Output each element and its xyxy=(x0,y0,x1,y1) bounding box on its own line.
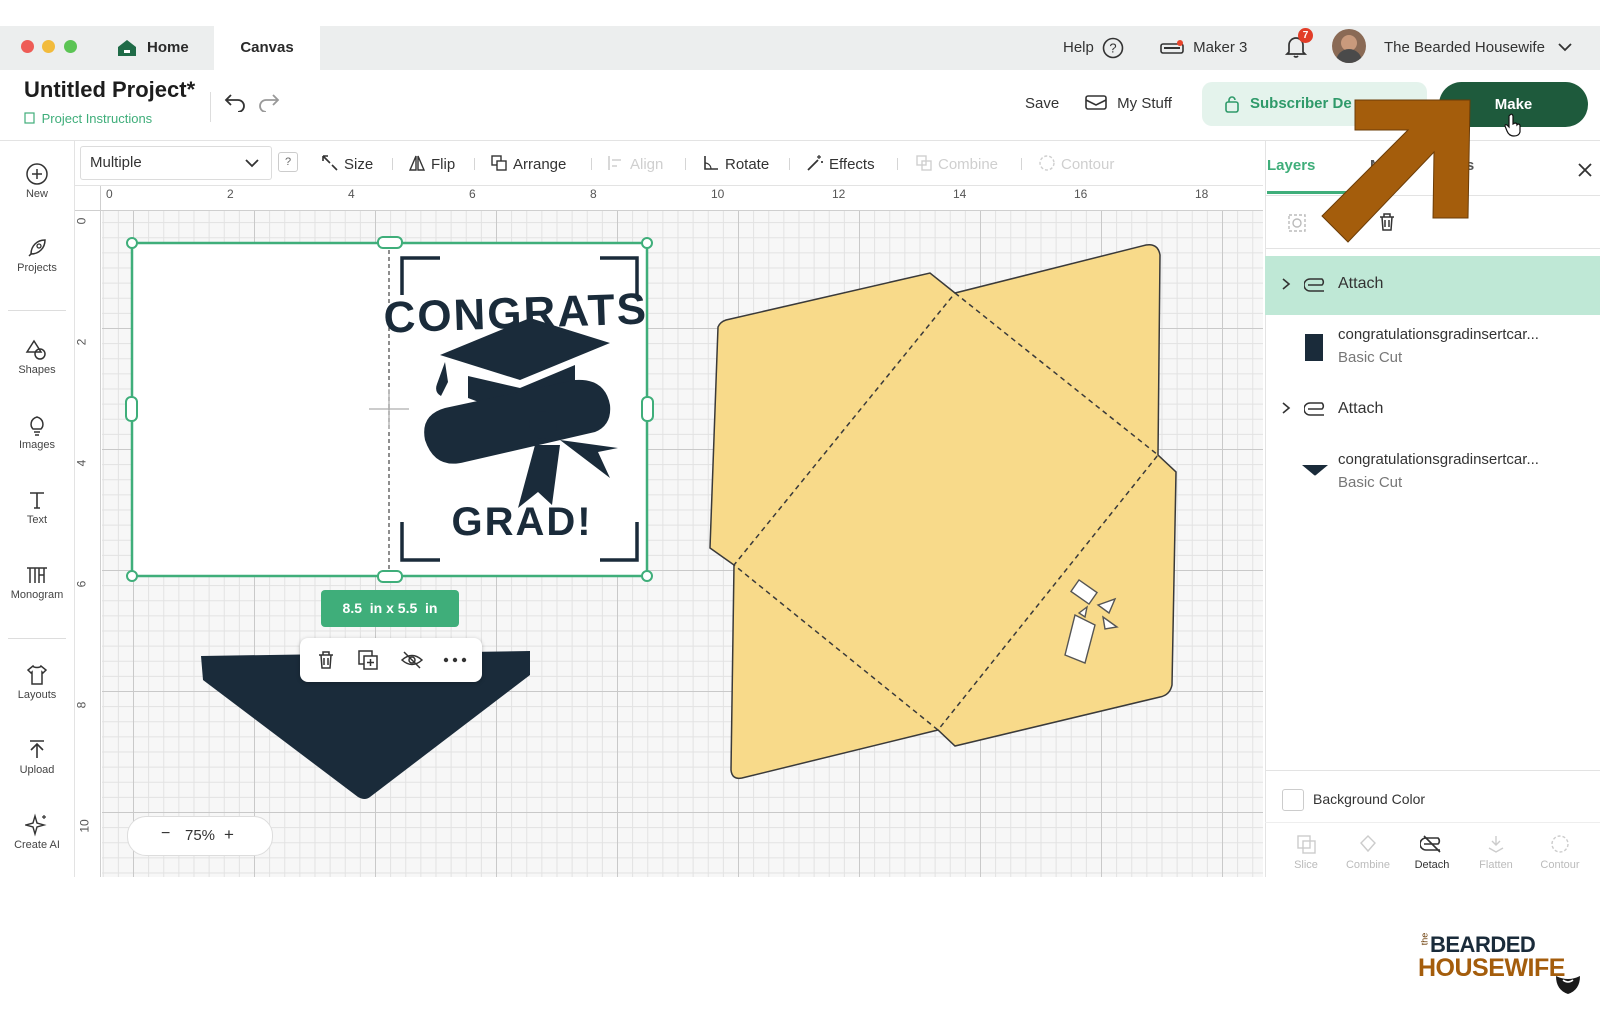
zoom-out-button[interactable]: − xyxy=(161,825,170,843)
beard-icon xyxy=(1556,976,1580,994)
flatten-button[interactable]: Flatten xyxy=(1466,833,1526,871)
layer-operation: Basic Cut xyxy=(1338,474,1403,491)
layer-name: congratulationsgradinsertcar... xyxy=(1338,326,1539,343)
notifications-button[interactable]: 7 xyxy=(1283,28,1313,61)
zoom-control: − 75% + xyxy=(127,816,273,856)
layer-group-attach[interactable]: Attach xyxy=(1265,388,1600,428)
tab-layers[interactable]: Layers xyxy=(1267,157,1315,174)
combine-icon xyxy=(1360,835,1376,853)
layer-item[interactable]: congratulationsgradinsertcar... Basic Cu… xyxy=(1265,320,1600,383)
card-text-grad: GRAD! xyxy=(451,500,592,544)
detach-button[interactable]: Detach xyxy=(1402,833,1462,871)
combine-panel-button[interactable]: Combine xyxy=(1338,833,1398,871)
chevron-right-icon[interactable] xyxy=(1281,278,1291,290)
zoom-in-button[interactable]: + xyxy=(224,825,234,845)
flatten-icon xyxy=(1488,836,1504,853)
detach-icon xyxy=(1420,835,1441,853)
more-options-icon[interactable] xyxy=(443,656,467,664)
chevron-right-icon[interactable] xyxy=(1281,402,1291,414)
card-blank-panel[interactable] xyxy=(132,243,389,576)
background-color-swatch[interactable] xyxy=(1282,789,1304,811)
layer-group-label: Attach xyxy=(1338,275,1384,292)
contour-panel-button[interactable]: Contour xyxy=(1530,833,1590,871)
contour-panel-label: Contour xyxy=(1540,859,1580,871)
user-name: The Bearded Housewife xyxy=(1384,39,1545,56)
panel-divider xyxy=(1265,770,1600,771)
size-badge: 8.5 in x 5.5 in xyxy=(321,590,459,627)
layer-name: congratulationsgradinsertcar... xyxy=(1338,451,1539,468)
trash-icon[interactable] xyxy=(315,649,337,671)
hide-icon[interactable] xyxy=(400,649,424,671)
zoom-level: 75% xyxy=(185,827,216,844)
flatten-label: Flatten xyxy=(1479,859,1513,871)
card-text-congrats: CONGRATS xyxy=(383,284,649,342)
paperclip-icon xyxy=(1304,278,1325,292)
detach-label: Detach xyxy=(1414,859,1450,871)
watermark-line2: HOUSEWIFE xyxy=(1418,954,1565,982)
brand-watermark-logo: the BEARDED HOUSEWIFE xyxy=(1418,932,1588,1002)
envelope-shape[interactable] xyxy=(709,243,1177,780)
avatar[interactable] xyxy=(1332,29,1366,63)
notification-badge: 7 xyxy=(1298,28,1313,43)
close-icon[interactable] xyxy=(1577,162,1593,178)
background-color-label: Background Color xyxy=(1313,791,1426,807)
user-menu[interactable]: The Bearded Housewife xyxy=(1384,26,1573,70)
paperclip-icon xyxy=(1304,402,1325,416)
quick-actions-bar xyxy=(300,638,482,682)
layer-operation: Basic Cut xyxy=(1338,349,1403,366)
hand-cursor-icon xyxy=(1504,113,1521,137)
duplicate-icon[interactable] xyxy=(357,649,379,671)
layer-swatch xyxy=(1302,465,1328,476)
layer-swatch xyxy=(1305,334,1323,361)
pointer-arrow-overlay xyxy=(1321,99,1471,243)
layer-group-attach[interactable]: Attach xyxy=(1265,256,1600,315)
watermark-small: the xyxy=(1419,932,1430,946)
layer-group-label: Attach xyxy=(1338,400,1384,417)
group-icon[interactable] xyxy=(1286,212,1308,234)
canvas-artwork: CONGRATS GRAD! xyxy=(125,236,1177,799)
panel-divider xyxy=(1265,822,1600,823)
slice-icon xyxy=(1297,835,1316,854)
contour-icon xyxy=(1551,835,1569,853)
slice-button[interactable]: Slice xyxy=(1276,833,1336,871)
layer-item[interactable]: congratulationsgradinsertcar... Basic Cu… xyxy=(1265,445,1600,508)
slice-label: Slice xyxy=(1294,859,1318,871)
chevron-down-icon xyxy=(1558,43,1572,52)
combine-panel-label: Combine xyxy=(1345,859,1391,871)
